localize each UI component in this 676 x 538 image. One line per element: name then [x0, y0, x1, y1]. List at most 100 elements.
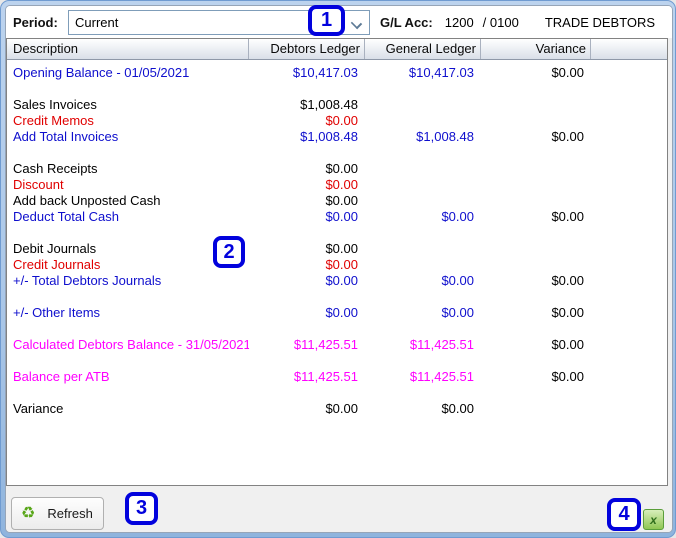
table-row: Calculated Debtors Balance - 31/05/2021 $… [7, 337, 667, 353]
cell-label: Balance per ATB [13, 369, 110, 384]
cell-debtors: $11,425.51 [293, 337, 358, 352]
table-row: Credit Memos $0.00 [7, 113, 667, 129]
table-row: Add Total Invoices $1,008.48 $1,008.48 $0.0… [7, 129, 667, 145]
cell-general: $10,417.03 [408, 65, 474, 80]
table-row: Deduct Total Cash $0.00 $0.00 $0.00 [7, 209, 667, 225]
refresh-button-label: Refresh [47, 506, 93, 521]
cell-label: Discount [13, 177, 64, 192]
cell-general: $0.00 [441, 209, 474, 224]
cell-debtors: $0.00 [325, 209, 358, 224]
cell-general [365, 97, 481, 113]
cell-variance [481, 97, 591, 113]
table-row: Add back Unposted Cash $0.00 [7, 193, 667, 209]
annotation-badge-1: 1 [308, 5, 345, 36]
annotation-badge-4: 4 [607, 498, 641, 531]
cell-variance: $0.00 [551, 209, 584, 224]
table-row: Variance $0.00 $0.00 [7, 401, 667, 417]
cell-debtors: $10,417.03 [292, 65, 358, 80]
reconciliation-table: Description Debtors Ledger General Ledge… [6, 38, 668, 486]
cell-general [365, 257, 481, 273]
cell-label: Calculated Debtors Balance - 31/05/2021 [13, 337, 249, 352]
cell-variance: $0.00 [551, 129, 584, 144]
cell-label: Sales Invoices [13, 97, 97, 112]
cell-debtors: $1,008.48 [300, 97, 358, 112]
cell-debtors: $11,425.51 [293, 369, 358, 384]
gl-acc-subaccount: / 0100 [482, 15, 519, 30]
cell-debtors: $0.00 [325, 273, 358, 288]
cell-general [365, 161, 481, 177]
chevron-down-icon[interactable] [352, 19, 360, 27]
cell-label: +/- Other Items [13, 305, 101, 320]
footer-bar: ♻ Refresh x [6, 487, 672, 532]
cell-debtors: $0.00 [325, 401, 358, 416]
cell-general [365, 177, 481, 193]
annotation-badge-3: 3 [125, 492, 158, 525]
table-row: Cash Receipts $0.00 [7, 161, 667, 177]
column-header-empty [591, 39, 667, 59]
refresh-button[interactable]: ♻ Refresh [11, 497, 104, 530]
table-row: Sales Invoices $1,008.48 [7, 97, 667, 113]
period-dropdown-value: Current [75, 15, 119, 30]
cell-general [365, 193, 481, 209]
cell-debtors: $0.00 [325, 257, 358, 272]
table-spacer-row [7, 225, 667, 241]
table-spacer-row [7, 385, 667, 401]
cell-variance: $0.00 [551, 273, 584, 288]
cell-variance: $0.00 [551, 369, 584, 384]
table-row: Balance per ATB $11,425.51 $11,425.51 $0.00 [7, 369, 667, 385]
cell-label: Add back Unposted Cash [13, 193, 161, 208]
cell-debtors: $0.00 [325, 177, 358, 192]
cell-debtors: $1,008.48 [300, 129, 358, 144]
table-spacer-row [7, 145, 667, 161]
table-row: +/- Other Items $0.00 $0.00 $0.00 [7, 305, 667, 321]
cell-variance: $0.00 [551, 305, 584, 320]
table-header: Description Debtors Ledger General Ledge… [7, 39, 667, 60]
cell-variance [481, 257, 591, 273]
column-header-description[interactable]: Description [7, 39, 249, 59]
cell-general: $0.00 [441, 305, 474, 320]
cell-general: $0.00 [441, 273, 474, 288]
excel-export-icon[interactable]: x [643, 509, 664, 530]
cell-variance [481, 193, 591, 209]
table-row: Credit Journals $0.00 [7, 257, 667, 273]
cell-debtors: $0.00 [325, 161, 358, 176]
cell-general [365, 241, 481, 257]
gl-account-group: G/L Acc: 1200 / 0100 TRADE DEBTORS [380, 15, 655, 30]
table-row: +/- Total Debtors Journals $0.00 $0.00 $0.0… [7, 273, 667, 289]
cell-variance [481, 161, 591, 177]
cell-debtors: $0.00 [325, 305, 358, 320]
cell-debtors: $0.00 [325, 193, 358, 208]
cell-label: Add Total Invoices [13, 129, 119, 144]
column-header-debtors-ledger[interactable]: Debtors Ledger [249, 39, 365, 59]
cell-debtors: $0.00 [325, 241, 358, 256]
table-spacer-row [7, 321, 667, 337]
column-header-variance[interactable]: Variance [481, 39, 591, 59]
table-row: Debit Journals $0.00 [7, 241, 667, 257]
cell-variance: $0.00 [551, 337, 584, 352]
cell-general [365, 113, 481, 129]
cell-general: $11,425.51 [409, 337, 474, 352]
cell-debtors: $0.00 [325, 113, 358, 128]
table-row: Discount $0.00 [7, 177, 667, 193]
content-panel: Period: Current G/L Acc: 1200 / 0100 TRA… [5, 5, 673, 533]
cell-general: $11,425.51 [409, 369, 474, 384]
column-header-general-ledger[interactable]: General Ledger [365, 39, 481, 59]
table-spacer-row [7, 289, 667, 305]
cell-label: Credit Memos [13, 113, 94, 128]
cell-general: $0.00 [441, 401, 474, 416]
gl-acc-label: G/L Acc: [380, 15, 433, 30]
reconciliation-window: Period: Current G/L Acc: 1200 / 0100 TRA… [0, 0, 676, 538]
excel-export-glyph: x [650, 512, 657, 527]
cell-variance [481, 401, 591, 417]
cell-label: Deduct Total Cash [13, 209, 119, 224]
cell-variance [481, 241, 591, 257]
cell-variance: $0.00 [551, 65, 584, 80]
period-label: Period: [13, 15, 58, 30]
cell-variance [481, 177, 591, 193]
cell-general: $1,008.48 [416, 129, 474, 144]
cell-label: Cash Receipts [13, 161, 98, 176]
table-spacer-row [7, 81, 667, 97]
recycle-icon: ♻ [21, 504, 36, 522]
cell-label: Variance [13, 401, 64, 416]
gl-acc-name: TRADE DEBTORS [544, 15, 656, 30]
